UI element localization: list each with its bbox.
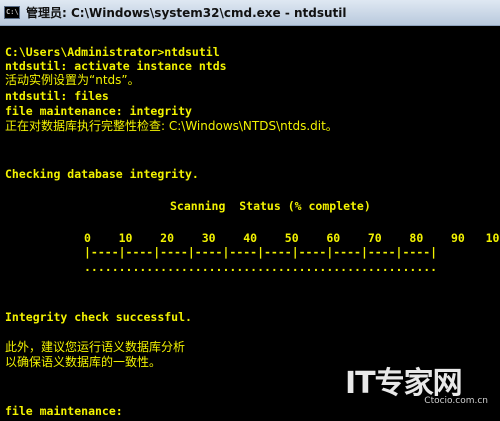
console-line: Integrity check successful.	[5, 310, 192, 324]
cmd-window: C:\ 管理员: C:\Windows\system32\cmd.exe - n…	[0, 0, 500, 421]
console-line: C:\Users\Administrator>ntdsutil	[5, 45, 220, 59]
console-line: 此外，建议您运行语义数据库分析	[5, 340, 186, 354]
console-line: Checking database integrity.	[5, 167, 199, 181]
title-bar[interactable]: C:\ 管理员: C:\Windows\system32\cmd.exe - n…	[0, 0, 500, 26]
progress-ruler: |----|----|----|----|----|----|----|----…	[84, 245, 438, 259]
watermark-logo: IT专家网 Ctocio.com.cn	[345, 358, 490, 413]
console-line: 活动实例设置为“ntds”。	[5, 73, 140, 87]
console-line: ntdsutil: activate instance ntds	[5, 59, 227, 73]
window-title: 管理员: C:\Windows\system32\cmd.exe - ntdsu…	[26, 6, 347, 20]
progress-scale: 0 10 20 30 40 50 60 70 80 90 100	[84, 231, 500, 245]
console-line: 正在对数据库执行完整性检查: C:\Windows\NTDS\ntds.dit。	[5, 119, 338, 133]
watermark-site: Ctocio.com.cn	[424, 396, 488, 406]
console-prompt: file maintenance:	[5, 404, 123, 418]
cmd-icon: C:\	[4, 6, 20, 19]
console-line: file maintenance: integrity	[5, 104, 192, 118]
console-line: ntdsutil: files	[5, 89, 109, 103]
console-line: 以确保语义数据库的一致性。	[5, 355, 162, 369]
progress-header: Scanning Status (% complete)	[170, 199, 371, 213]
progress-bar: ........................................…	[84, 260, 438, 274]
